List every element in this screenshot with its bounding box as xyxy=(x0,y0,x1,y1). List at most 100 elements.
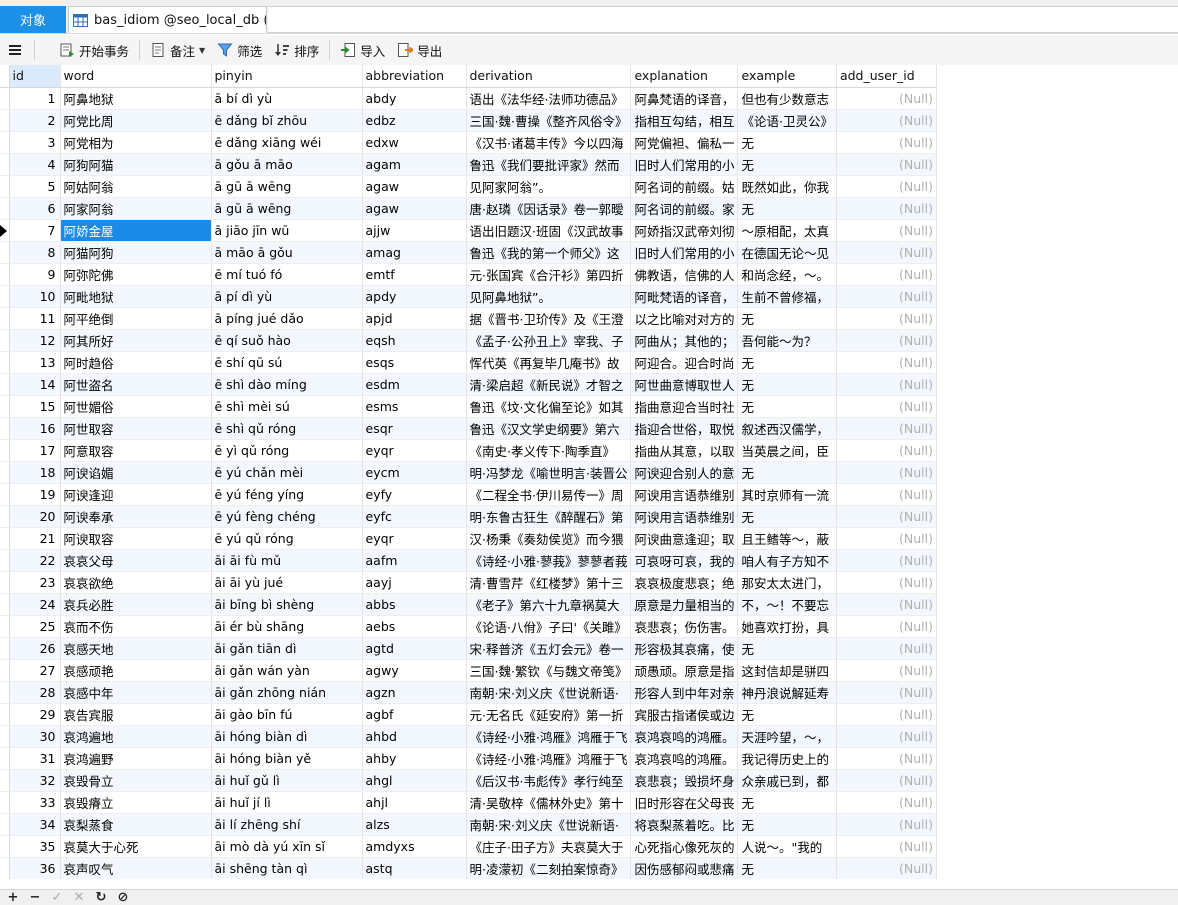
row-header[interactable] xyxy=(0,813,10,836)
row-header[interactable] xyxy=(0,615,10,638)
cell-derivation[interactable]: 清·曹雪芹《红楼梦》第十三 xyxy=(466,571,632,594)
row-header[interactable] xyxy=(0,329,10,352)
cell-id[interactable]: 20 xyxy=(9,505,61,528)
cell-add-user-id[interactable]: (Null) xyxy=(836,285,937,308)
cell-abbreviation[interactable]: eqsh xyxy=(362,329,467,352)
cell-id[interactable]: 36 xyxy=(9,857,61,879)
cell-pinyin[interactable]: ē shí qū sú xyxy=(211,351,363,374)
cell-id[interactable]: 25 xyxy=(9,615,61,638)
cell-explanation[interactable]: 阿毗梵语的译音， xyxy=(630,285,739,308)
cell-derivation[interactable]: 元·无名氏《延安府》第一折 xyxy=(466,703,632,726)
cell-pinyin[interactable]: ē yì qǔ róng xyxy=(211,439,363,462)
cell-id[interactable]: 29 xyxy=(9,703,61,726)
cell-derivation[interactable]: 三国·魏·繁钦《与魏文帝笺》 xyxy=(466,659,632,682)
row-header[interactable] xyxy=(0,87,10,110)
table-row[interactable]: 33 哀毁瘠立 āi huǐ jí lì ahjl 清·吴敬梓《儒林外史》第十 旧时形容在… xyxy=(0,791,937,814)
cell-explanation[interactable]: 阿迎合。迎合时尚 xyxy=(630,351,739,374)
cell-pinyin[interactable]: ā jiāo jīn wū xyxy=(211,219,363,242)
import-button[interactable]: 导入 xyxy=(334,38,391,62)
cell-derivation[interactable]: 《老子》第六十九章祸莫大 xyxy=(466,593,632,616)
cell-id[interactable]: 35 xyxy=(9,835,61,858)
cell-abbreviation[interactable]: eycm xyxy=(362,461,467,484)
cell-add-user-id[interactable]: (Null) xyxy=(836,615,937,638)
cell-id[interactable]: 10 xyxy=(9,285,61,308)
cell-pinyin[interactable]: ā píng jué dǎo xyxy=(211,307,363,330)
cell-pinyin[interactable]: āi lí zhēng shí xyxy=(211,813,363,836)
cell-abbreviation[interactable]: emtf xyxy=(362,263,467,286)
row-header[interactable] xyxy=(0,241,10,264)
table-row[interactable]: 14 阿世盗名 ē shì dào míng esdm 清·梁启超《新民说》才智之 阿世曲… xyxy=(0,373,937,396)
cell-example[interactable]: 神丹浪说解延寿 xyxy=(737,681,837,704)
cell-example[interactable]: 吾何能～为？ xyxy=(737,329,837,352)
cell-add-user-id[interactable]: (Null) xyxy=(836,593,937,616)
cell-id[interactable]: 6 xyxy=(9,197,61,220)
cell-pinyin[interactable]: ā māo ā gǒu xyxy=(211,241,363,264)
cell-pinyin[interactable]: āi huǐ gǔ lì xyxy=(211,769,363,792)
row-header[interactable] xyxy=(0,439,10,462)
row-header[interactable] xyxy=(0,769,10,792)
cell-add-user-id[interactable]: (Null) xyxy=(836,351,937,374)
cell-abbreviation[interactable]: eyqr xyxy=(362,527,467,550)
column-header-add-user-id[interactable]: add_user_id xyxy=(836,65,937,88)
cell-word[interactable]: 哀感顽艳 xyxy=(60,659,212,682)
cell-derivation[interactable]: 明·冯梦龙《喻世明言·装晋公 xyxy=(466,461,632,484)
cell-example[interactable]: 这封信却是骈四 xyxy=(737,659,837,682)
cell-add-user-id[interactable]: (Null) xyxy=(836,769,937,792)
cell-word[interactable]: 哀哀欲绝 xyxy=(60,571,212,594)
cell-pinyin[interactable]: āi mò dà yú xīn sǐ xyxy=(211,835,363,858)
cell-add-user-id[interactable]: (Null) xyxy=(836,703,937,726)
cell-abbreviation[interactable]: amag xyxy=(362,241,467,264)
cell-word[interactable]: 阿世盗名 xyxy=(60,373,212,396)
cell-word[interactable]: 哀鸿遍地 xyxy=(60,725,212,748)
cell-derivation[interactable]: 鲁迅《我的第一个师父》这 xyxy=(466,241,632,264)
data-grid[interactable]: id word pinyin abbreviation derivation e… xyxy=(0,65,1178,879)
table-row[interactable]: 20 阿谀奉承 ē yú fèng chéng eyfc 明·东鲁古狂生《醉醒石》第 阿谀… xyxy=(0,505,937,528)
cell-derivation[interactable]: 《南史·孝义传下·陶季直》 xyxy=(466,439,632,462)
row-header[interactable] xyxy=(0,351,10,374)
cell-derivation[interactable]: 元·张国宾《合汗衫》第四折 xyxy=(466,263,632,286)
row-header[interactable] xyxy=(0,835,10,858)
cell-example[interactable]: 其时京师有一流 xyxy=(737,483,837,506)
cell-pinyin[interactable]: āi hóng biàn yě xyxy=(211,747,363,770)
cell-explanation[interactable]: 顽愚顽。原意是指 xyxy=(630,659,739,682)
cell-explanation[interactable]: 佛教语，信佛的人 xyxy=(630,263,739,286)
cell-pinyin[interactable]: āi gào bīn fú xyxy=(211,703,363,726)
row-header[interactable] xyxy=(0,593,10,616)
row-header[interactable] xyxy=(0,285,10,308)
cell-derivation[interactable]: 《庄子·田子方》夫哀莫大于 xyxy=(466,835,632,858)
cell-word[interactable]: 阿鼻地狱 xyxy=(60,87,212,110)
cell-pinyin[interactable]: ē shì dào míng xyxy=(211,373,363,396)
cell-explanation[interactable]: 阿谀用言语恭维别 xyxy=(630,505,739,528)
cell-add-user-id[interactable]: (Null) xyxy=(836,263,937,286)
row-header[interactable] xyxy=(0,703,10,726)
cell-derivation[interactable]: 宋·释普济《五灯会元》卷一 xyxy=(466,637,632,660)
cell-pinyin[interactable]: ē dǎng xiāng wéi xyxy=(211,131,363,154)
table-row[interactable]: 13 阿时趋俗 ē shí qū sú esqs 恽代英《再复毕几庵书》故 阿迎合。迎合时… xyxy=(0,351,937,374)
cell-example[interactable]: 无 xyxy=(737,461,837,484)
cell-abbreviation[interactable]: eyfy xyxy=(362,483,467,506)
discard-changes-button[interactable]: ✕ xyxy=(68,890,90,905)
cell-add-user-id[interactable]: (Null) xyxy=(836,813,937,836)
table-row[interactable]: 26 哀感天地 āi gǎn tiān dì agtd 宋·释普济《五灯会元》卷一 形容极… xyxy=(0,637,937,660)
cell-id[interactable]: 12 xyxy=(9,329,61,352)
cell-pinyin[interactable]: āi gǎn tiān dì xyxy=(211,637,363,660)
cell-id[interactable]: 4 xyxy=(9,153,61,176)
cell-explanation[interactable]: 阿鼻梵语的译音， xyxy=(630,87,739,110)
cell-explanation[interactable]: 将哀梨蒸着吃。比 xyxy=(630,813,739,836)
cell-explanation[interactable]: 旧时人们常用的小 xyxy=(630,153,739,176)
cell-abbreviation[interactable]: ahbd xyxy=(362,725,467,748)
row-header[interactable] xyxy=(0,461,10,484)
cell-abbreviation[interactable]: agbf xyxy=(362,703,467,726)
cell-pinyin[interactable]: ē shì mèi sú xyxy=(211,395,363,418)
cell-id[interactable]: 31 xyxy=(9,747,61,770)
cell-add-user-id[interactable]: (Null) xyxy=(836,417,937,440)
cell-explanation[interactable]: 阿曲从；其他的； xyxy=(630,329,739,352)
cell-word[interactable]: 阿谀奉承 xyxy=(60,505,212,528)
table-row[interactable]: 22 哀哀父母 āi āi fù mǔ aafm 《诗经·小雅·蓼莪》蓼蓼者莪 可哀呀可哀… xyxy=(0,549,937,572)
table-row[interactable]: 4 阿狗阿猫 ā gǒu ā māo agam 鲁迅《我们要批评家》然而 旧时人们常用的小… xyxy=(0,153,937,176)
cell-word[interactable]: 阿谀谄媚 xyxy=(60,461,212,484)
cell-id[interactable]: 13 xyxy=(9,351,61,374)
table-row[interactable]: 10 阿毗地狱 ā pí dì yù apdy 见阿鼻地狱”。 阿毗梵语的译音， 生前不曾修… xyxy=(0,285,937,308)
cell-abbreviation[interactable]: edxw xyxy=(362,131,467,154)
cell-example[interactable]: 无 xyxy=(737,197,837,220)
